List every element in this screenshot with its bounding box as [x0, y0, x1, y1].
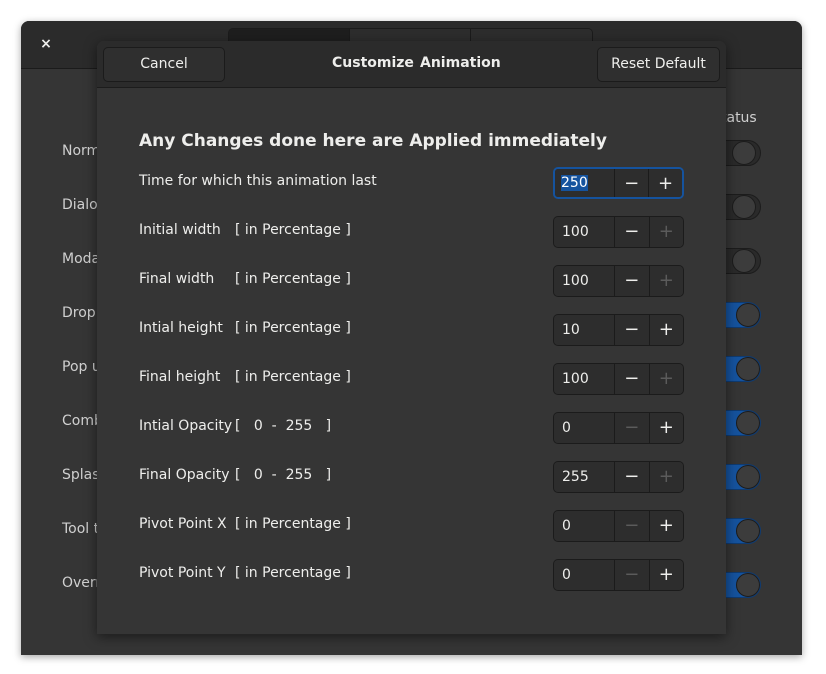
switch-knob: [736, 519, 760, 543]
value-input[interactable]: 250: [555, 169, 615, 197]
setting-unit-hint: [ in Percentage ]: [235, 222, 351, 238]
decrement-button[interactable]: −: [614, 560, 649, 590]
switch-knob: [736, 465, 760, 489]
value-spin-button: 100 − +: [553, 216, 684, 248]
decrement-button[interactable]: −: [614, 315, 649, 345]
setting-row-label: Pivot Point X [ in Percentage ]: [139, 516, 351, 532]
decrement-button[interactable]: −: [614, 266, 649, 296]
setting-label-text: Pivot Point X: [139, 516, 227, 532]
increment-button[interactable]: +: [648, 364, 683, 394]
setting-label-text: Final Opacity: [139, 467, 230, 483]
close-icon[interactable]: ×: [37, 35, 55, 53]
background-row-label: Pop u: [62, 359, 101, 375]
value-text: 0: [562, 518, 571, 534]
value-input[interactable]: 0: [554, 560, 615, 590]
value-input[interactable]: 100: [554, 364, 615, 394]
value-input[interactable]: 0: [554, 413, 615, 443]
background-row-label: Tool t: [62, 521, 100, 537]
decrement-button[interactable]: −: [614, 413, 649, 443]
value-text: 0: [562, 567, 571, 583]
value-spin-button: 0 − +: [553, 559, 684, 591]
value-spin-button: 100 − +: [553, 265, 684, 297]
setting-unit-hint: [ in Percentage ]: [235, 565, 351, 581]
value-text: 100: [562, 371, 589, 387]
reset-default-button[interactable]: Reset Default: [597, 47, 720, 82]
value-spin-button: 0 − +: [553, 510, 684, 542]
value-spin-button: 255 − +: [553, 461, 684, 493]
value-text: 255: [562, 469, 589, 485]
switch-knob: [732, 141, 756, 165]
setting-label-text: Final height: [139, 369, 221, 385]
background-row-label: Drop: [62, 305, 96, 321]
switch-knob: [732, 195, 756, 219]
setting-row-label: Initial width [ in Percentage ]: [139, 222, 351, 238]
cancel-button[interactable]: Cancel: [103, 47, 225, 82]
increment-button[interactable]: +: [648, 315, 683, 345]
value-spin-button: 100 − +: [553, 363, 684, 395]
decrement-button[interactable]: −: [614, 462, 649, 492]
value-spin-button: 10 − +: [553, 314, 684, 346]
increment-button[interactable]: +: [648, 560, 683, 590]
increment-button[interactable]: +: [648, 217, 683, 247]
setting-row-label: Intial Opacity[ 0 - 255 ]: [139, 418, 331, 434]
setting-label-text: Time for which this animation last: [139, 173, 377, 189]
value-spin-button: 0 − +: [553, 412, 684, 444]
value-input[interactable]: 10: [554, 315, 615, 345]
setting-row-label: Final Opacity [ 0 - 255 ]: [139, 467, 331, 483]
customize-animation-dialog: Cancel Customize Animation Reset Default…: [97, 41, 726, 634]
increment-button[interactable]: +: [648, 169, 682, 197]
value-text: 0: [562, 420, 571, 436]
decrement-button[interactable]: −: [614, 217, 649, 247]
background-row-label: Splas: [62, 467, 100, 483]
setting-label-text: Initial width: [139, 222, 221, 238]
switch-knob: [736, 303, 760, 327]
value-text: 100: [562, 224, 589, 240]
background-row-label: Moda: [62, 251, 101, 267]
setting-label-text: Intial height: [139, 320, 223, 336]
background-row-label: Dialo: [62, 197, 98, 213]
switch-knob: [732, 249, 756, 273]
value-input[interactable]: 100: [554, 217, 615, 247]
value-spin-button: 250 − +: [553, 167, 684, 199]
setting-label-text: Pivot Point Y: [139, 565, 226, 581]
increment-button[interactable]: +: [648, 266, 683, 296]
dialog-heading: Any Changes done here are Applied immedi…: [139, 131, 607, 151]
dialog-title-customize: Customize: [332, 55, 414, 71]
background-row-label: Norm: [62, 143, 101, 159]
dialog-title-animation: Animation: [420, 55, 501, 71]
setting-label-text: Final width: [139, 271, 215, 287]
setting-row-label: Pivot Point Y [ in Percentage ]: [139, 565, 351, 581]
value-text: 250: [561, 175, 588, 191]
setting-unit-hint: [ in Percentage ]: [235, 369, 351, 385]
increment-button[interactable]: +: [648, 511, 683, 541]
setting-row-label: Final height [ in Percentage ]: [139, 369, 351, 385]
switch-knob: [736, 411, 760, 435]
decrement-button[interactable]: −: [614, 169, 649, 197]
setting-unit-hint: [ in Percentage ]: [235, 271, 351, 287]
setting-row-label: Intial height [ in Percentage ]: [139, 320, 351, 336]
setting-row-label: Time for which this animation last: [139, 173, 377, 189]
value-text: 100: [562, 273, 589, 289]
setting-unit-hint: [ in Percentage ]: [235, 320, 351, 336]
decrement-button[interactable]: −: [614, 511, 649, 541]
setting-unit-hint: [ 0 - 255 ]: [235, 467, 332, 483]
setting-row-label: Final width [ in Percentage ]: [139, 271, 351, 287]
setting-unit-hint: [ in Percentage ]: [235, 516, 351, 532]
status-column-header: tatus: [721, 110, 757, 126]
value-input[interactable]: 0: [554, 511, 615, 541]
value-input[interactable]: 100: [554, 266, 615, 296]
increment-button[interactable]: +: [648, 413, 683, 443]
setting-unit-hint: [ 0 - 255 ]: [235, 418, 332, 434]
dialog-header-bar: Cancel Customize Animation Reset Default: [97, 41, 726, 88]
switch-knob: [736, 573, 760, 597]
switch-knob: [736, 357, 760, 381]
increment-button[interactable]: +: [648, 462, 683, 492]
background-row-label: Overr: [62, 575, 102, 591]
setting-label-text: Intial Opacity: [139, 418, 233, 434]
decrement-button[interactable]: −: [614, 364, 649, 394]
value-input[interactable]: 255: [554, 462, 615, 492]
value-text: 10: [562, 322, 580, 338]
